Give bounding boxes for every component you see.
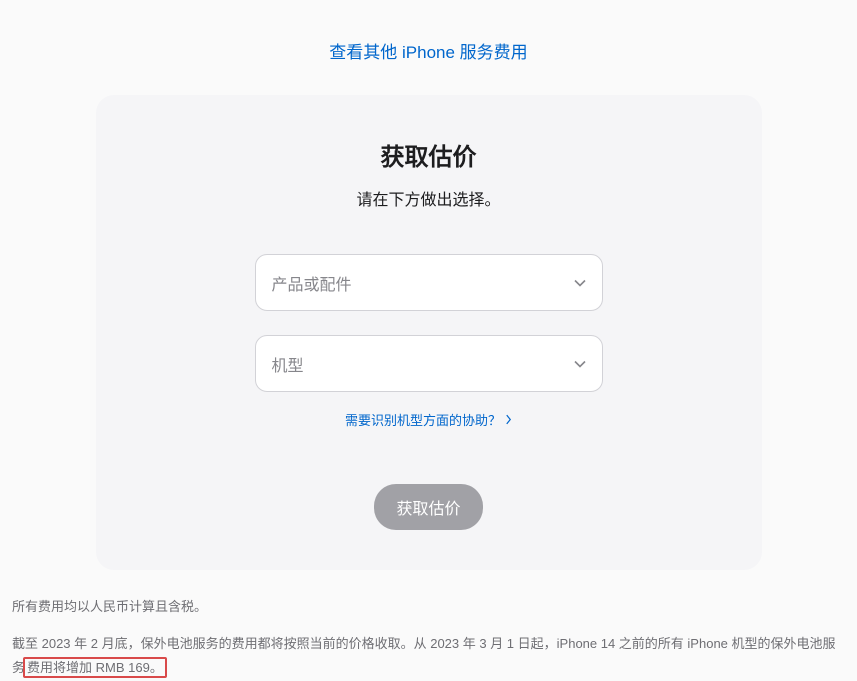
model-select-placeholder: 机型 [272, 352, 304, 376]
product-select[interactable]: 产品或配件 [255, 254, 603, 311]
tax-disclaimer: 所有费用均以人民币计算且含税。 [10, 595, 847, 620]
product-select-wrap: 产品或配件 [255, 254, 603, 311]
model-select-wrap: 机型 [255, 335, 603, 392]
card-subtitle: 请在下方做出选择。 [136, 186, 722, 210]
product-select-placeholder: 产品或配件 [272, 271, 352, 295]
price-increase-highlight: 费用将增加 RMB 169。 [23, 657, 167, 678]
chevron-right-icon [505, 414, 512, 425]
card-title: 获取估价 [136, 137, 722, 172]
estimate-card: 获取估价 请在下方做出选择。 产品或配件 机型 需要识别机型方面的协助？ [96, 95, 762, 570]
top-link-container: 查看其他 iPhone 服务费用 [10, 0, 847, 95]
get-estimate-button[interactable]: 获取估价 [374, 484, 482, 530]
help-link-container: 需要识别机型方面的协助？ [136, 410, 722, 430]
identify-model-help-link[interactable]: 需要识别机型方面的协助？ [345, 410, 512, 429]
help-link-label: 需要识别机型方面的协助？ [345, 410, 501, 429]
price-change-notice: 截至 2023 年 2 月底，保外电池服务的费用都将按照当前的价格收取。从 20… [10, 632, 847, 681]
other-service-fees-link[interactable]: 查看其他 iPhone 服务费用 [329, 43, 527, 62]
model-select[interactable]: 机型 [255, 335, 603, 392]
